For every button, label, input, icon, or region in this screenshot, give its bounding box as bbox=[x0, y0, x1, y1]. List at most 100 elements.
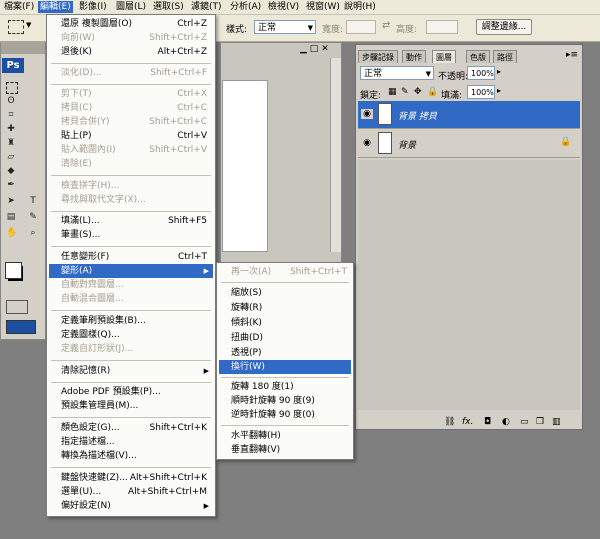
lock-all-icon[interactable]: 🔒 bbox=[427, 87, 438, 97]
marquee-tool-icon[interactable] bbox=[8, 20, 24, 34]
lock-position-icon[interactable]: ✥ bbox=[414, 87, 422, 97]
tab-layers[interactable]: 圖層 bbox=[432, 50, 456, 63]
blur-icon[interactable]: ◆ bbox=[6, 166, 16, 176]
layer-row[interactable]: ◉ 背景 拷貝 bbox=[358, 101, 580, 129]
background-color-swatch[interactable] bbox=[5, 262, 22, 279]
menu-item-define-brush[interactable]: 定義筆刷預設集(B)... bbox=[49, 314, 213, 328]
menu-item-pdf-presets[interactable]: Adobe PDF 預設集(P)... bbox=[49, 385, 213, 399]
menu-item-fade[interactable]: 淡化(D)... Shift+Ctrl+F bbox=[49, 66, 213, 80]
menu-view[interactable]: 檢視(V) bbox=[266, 1, 301, 13]
menu-window[interactable]: 視窗(W) bbox=[304, 1, 342, 13]
crop-icon[interactable]: ⌗ bbox=[6, 110, 16, 120]
menu-item-rotate-90-cw[interactable]: 順時針旋轉 90 度(9) bbox=[219, 394, 351, 408]
menu-item-check-spelling[interactable]: 檢查拼字(H)... bbox=[49, 179, 213, 193]
eraser-icon[interactable]: ▱ bbox=[6, 152, 16, 162]
menu-item-rotate[interactable]: 旋轉(R) bbox=[219, 301, 351, 315]
fx-icon[interactable]: fx. bbox=[462, 417, 473, 427]
menu-item-scale[interactable]: 縮放(S) bbox=[219, 286, 351, 300]
fill-field[interactable]: 100% bbox=[467, 85, 495, 99]
folder-icon[interactable]: ▭ bbox=[520, 417, 529, 427]
menu-item-convert-profile[interactable]: 轉換為描述檔(V)... bbox=[49, 449, 213, 463]
menu-item-again[interactable]: 再一次(A) Shift+Ctrl+T bbox=[219, 265, 351, 279]
opacity-field[interactable]: 100% bbox=[467, 66, 495, 80]
quick-mask-icon[interactable] bbox=[6, 300, 28, 314]
menu-item-purge[interactable]: 清除記憶(R) ▶ bbox=[49, 364, 213, 378]
new-layer-icon[interactable]: ❐ bbox=[536, 417, 544, 427]
vertical-scrollbar[interactable] bbox=[330, 58, 341, 252]
lasso-icon[interactable]: ʘ bbox=[6, 96, 16, 106]
menu-image[interactable]: 影像(I) bbox=[77, 1, 109, 13]
menu-item-preferences[interactable]: 偏好設定(N) ▶ bbox=[49, 499, 213, 513]
refine-edge-button[interactable]: 調整邊緣... bbox=[476, 19, 532, 35]
notes-icon[interactable]: ▤ bbox=[6, 212, 16, 222]
menu-item-preset-manager[interactable]: 預設集管理員(M)... bbox=[49, 399, 213, 413]
menu-edit[interactable]: 編輯(E) bbox=[38, 1, 73, 13]
menu-item-copy-merged[interactable]: 拷貝合併(Y) Shift+Ctrl+C bbox=[49, 115, 213, 129]
clone-stamp-icon[interactable]: ♜ bbox=[6, 138, 16, 148]
menu-item-assign-profile[interactable]: 指定描述檔... bbox=[49, 435, 213, 449]
mask-icon[interactable]: ◘ bbox=[484, 417, 491, 427]
maximize-icon[interactable]: □ bbox=[310, 44, 319, 54]
menu-file[interactable]: 檔案(F) bbox=[2, 1, 36, 13]
type-icon[interactable]: T bbox=[28, 196, 38, 206]
minimize-icon[interactable]: ▁ bbox=[300, 44, 307, 54]
lock-image-icon[interactable]: ✎ bbox=[401, 87, 409, 97]
menu-item-define-shape[interactable]: 定義自訂形狀(J)... bbox=[49, 342, 213, 356]
hand-icon[interactable]: ✋ bbox=[6, 228, 17, 238]
menu-item-paste-into[interactable]: 貼入範圍內(I) Shift+Ctrl+V bbox=[49, 143, 213, 157]
menu-item-transform[interactable]: 變形(A) ▶ bbox=[49, 264, 213, 278]
tab-actions[interactable]: 動作 bbox=[402, 50, 426, 63]
menu-help[interactable]: 說明(H) bbox=[342, 1, 378, 13]
menu-select[interactable]: 選取(S) bbox=[151, 1, 186, 13]
layer-row[interactable]: ◉ 背景 🔒 bbox=[358, 130, 580, 158]
menu-item-find-replace[interactable]: 尋找與取代文字(X)... bbox=[49, 193, 213, 207]
marquee-icon[interactable] bbox=[6, 82, 18, 94]
menu-item-menus[interactable]: 選單(U)... Alt+Shift+Ctrl+M bbox=[49, 485, 213, 499]
menu-item-step-forward[interactable]: 向前(W) Shift+Ctrl+Z bbox=[49, 31, 213, 45]
menu-item-free-transform[interactable]: 任意變形(F) Ctrl+T bbox=[49, 250, 213, 264]
pen-icon[interactable]: ✒ bbox=[6, 180, 16, 190]
menu-item-skew[interactable]: 傾斜(K) bbox=[219, 316, 351, 330]
menu-item-flip-horizontal[interactable]: 水平翻轉(H) bbox=[219, 429, 351, 443]
menu-item-step-backward[interactable]: 退後(K) Alt+Ctrl+Z bbox=[49, 45, 213, 59]
menu-item-rotate-90-ccw[interactable]: 逆時針旋轉 90 度(0) bbox=[219, 408, 351, 422]
menu-layer[interactable]: 圖層(L) bbox=[114, 1, 148, 13]
screen-mode-icon[interactable] bbox=[6, 320, 36, 334]
tab-history[interactable]: 步驟記錄 bbox=[358, 50, 398, 63]
close-icon[interactable]: ✕ bbox=[321, 44, 329, 54]
menu-item-keyboard-shortcuts[interactable]: 鍵盤快速鍵(Z)... Alt+Shift+Ctrl+K bbox=[49, 471, 213, 485]
link-icon[interactable]: ⛓ bbox=[444, 417, 455, 427]
menu-item-cut[interactable]: 剪下(T) Ctrl+X bbox=[49, 87, 213, 101]
menu-item-rotate-180[interactable]: 旋轉 180 度(1) bbox=[219, 380, 351, 394]
adjustment-icon[interactable]: ◐ bbox=[502, 417, 510, 427]
document-canvas[interactable] bbox=[222, 80, 268, 252]
menu-item-undo[interactable]: 還原 複製圖層(O) Ctrl+Z bbox=[49, 17, 213, 31]
menu-item-warp[interactable]: 換行(W) bbox=[219, 360, 351, 374]
menu-item-define-pattern[interactable]: 定義圖樣(Q)... bbox=[49, 328, 213, 342]
menu-item-copy[interactable]: 拷貝(C) Ctrl+C bbox=[49, 101, 213, 115]
menu-item-auto-blend[interactable]: 自動混合圖層... bbox=[49, 292, 213, 306]
blend-mode-select[interactable]: 正常 ▼ bbox=[360, 66, 434, 80]
eye-icon[interactable]: ◉ bbox=[361, 138, 373, 148]
eye-icon[interactable]: ◉ bbox=[361, 109, 373, 119]
menu-item-paste[interactable]: 貼上(P) Ctrl+V bbox=[49, 129, 213, 143]
eyedropper-icon[interactable]: ✎ bbox=[28, 212, 38, 222]
menu-filter[interactable]: 濾鏡(T) bbox=[189, 1, 224, 13]
chevron-down-icon[interactable]: ▼ bbox=[26, 21, 31, 29]
healing-icon[interactable]: ✚ bbox=[6, 124, 16, 134]
menu-item-color-settings[interactable]: 顏色設定(G)... Shift+Ctrl+K bbox=[49, 421, 213, 435]
tab-paths[interactable]: 路徑 bbox=[493, 50, 517, 63]
swap-icon[interactable]: ⇄ bbox=[382, 20, 390, 31]
fill-slider-icon[interactable]: ▸ bbox=[497, 86, 501, 95]
width-field[interactable] bbox=[346, 20, 376, 34]
menu-analysis[interactable]: 分析(A) bbox=[228, 1, 263, 13]
opacity-slider-icon[interactable]: ▸ bbox=[497, 67, 501, 76]
height-field[interactable] bbox=[426, 20, 458, 34]
menu-item-flip-vertical[interactable]: 垂直翻轉(V) bbox=[219, 443, 351, 457]
style-select[interactable]: 正常 ▼ bbox=[254, 20, 316, 34]
trash-icon[interactable]: ▥ bbox=[552, 417, 561, 427]
menu-item-clear[interactable]: 清除(E) bbox=[49, 157, 213, 171]
panel-menu-icon[interactable]: ▸≡ bbox=[566, 50, 578, 60]
path-select-icon[interactable]: ➤ bbox=[6, 196, 16, 206]
tab-channels[interactable]: 色版 bbox=[466, 50, 490, 63]
